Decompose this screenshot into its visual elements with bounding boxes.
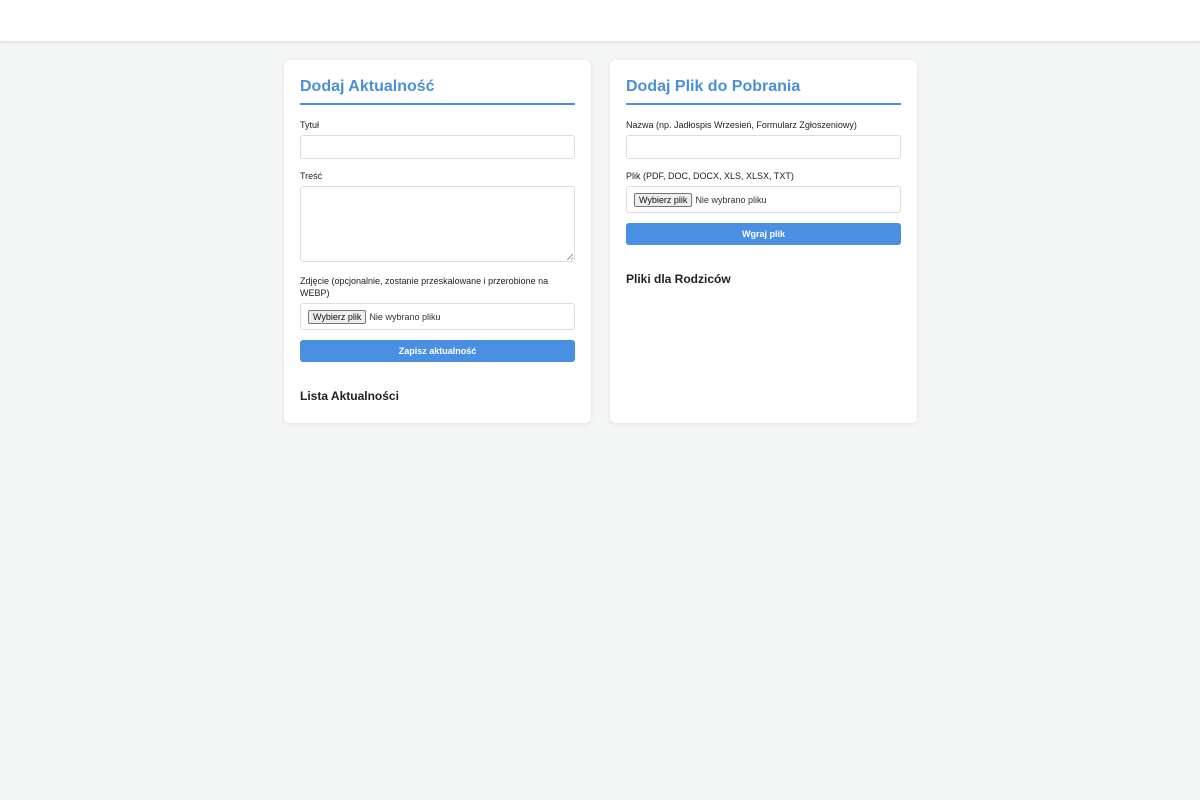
news-image-file-input[interactable]: Wybierz plik Nie wybrano pliku [300, 303, 575, 330]
download-form-title: Dodaj Plik do Pobrania [626, 78, 901, 105]
download-name-input[interactable] [626, 135, 901, 159]
news-title-input[interactable] [300, 135, 575, 159]
news-image-label: Zdjęcie (opcjonalnie, zostanie przeskalo… [300, 276, 549, 298]
download-name-label: Nazwa (np. Jadłospis Wrzesień, Formularz… [626, 120, 857, 130]
news-form-card: Dodaj Aktualność Tytuł Treść Zdjęcie (op… [284, 60, 591, 423]
upload-file-button[interactable]: Wgraj plik [626, 223, 901, 245]
news-image-file-status: Nie wybrano pliku [369, 311, 441, 322]
top-bar [0, 0, 1200, 41]
news-title-label: Tytuł [300, 120, 320, 130]
news-content-label: Treść [300, 171, 323, 181]
news-image-choose-button[interactable]: Wybierz plik [308, 309, 367, 324]
download-form-card: Dodaj Plik do Pobrania Nazwa (np. Jadłos… [610, 60, 917, 423]
download-file-label: Plik (PDF, DOC, DOCX, XLS, XLSX, TXT) [626, 171, 794, 181]
parent-files-heading: Pliki dla Rodziców [626, 272, 731, 286]
resize-grip-icon[interactable] [567, 254, 573, 260]
download-file-status: Nie wybrano pliku [695, 194, 767, 205]
news-list-heading: Lista Aktualności [300, 389, 399, 403]
download-file-input[interactable]: Wybierz plik Nie wybrano pliku [626, 186, 901, 213]
save-news-button[interactable]: Zapisz aktualność [300, 340, 575, 362]
download-choose-button[interactable]: Wybierz plik [634, 192, 693, 207]
news-content-textarea[interactable] [300, 186, 575, 262]
news-form-title: Dodaj Aktualność [300, 78, 575, 105]
